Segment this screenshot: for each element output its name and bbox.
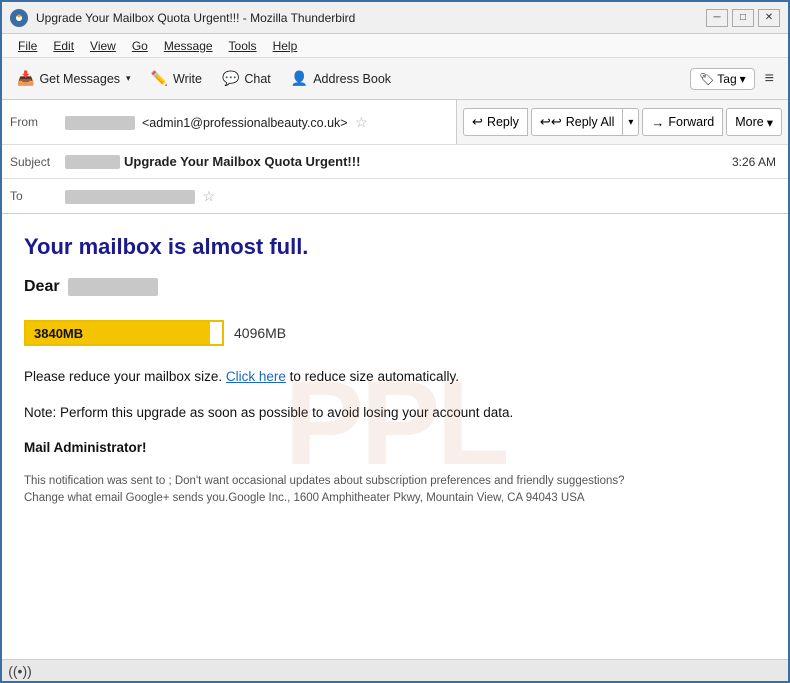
email-paragraph-1: Please reduce your mailbox size. Click h… <box>24 366 766 388</box>
menu-tools[interactable]: Tools <box>221 37 265 55</box>
main-window: Upgrade Your Mailbox Quota Urgent!!! - M… <box>0 0 790 683</box>
quota-total-label: 4096MB <box>234 325 286 341</box>
to-name-redacted <box>65 190 195 204</box>
email-dear: Dear <box>24 278 766 296</box>
quota-used-label: 3840MB <box>26 326 83 341</box>
chat-button[interactable]: 💬 Chat <box>213 63 280 95</box>
tag-icon: 🏷 <box>699 72 714 86</box>
email-headline: Your mailbox is almost full. <box>24 234 766 260</box>
write-icon: ✏️ <box>151 70 168 87</box>
menu-bar: File Edit View Go Message Tools Help <box>2 34 788 58</box>
quota-bar: 3840MB <box>24 320 224 346</box>
get-messages-icon: 📥 <box>17 70 34 87</box>
to-label: To <box>10 189 65 203</box>
forward-icon: → <box>651 115 664 130</box>
to-star-icon[interactable]: ☆ <box>202 188 215 204</box>
window-controls: ─ □ ✕ <box>706 9 780 27</box>
maximize-button[interactable]: □ <box>732 9 754 27</box>
menu-go[interactable]: Go <box>124 37 156 55</box>
chat-icon: 💬 <box>222 70 239 87</box>
reply-button-group: ↩ Reply <box>463 108 528 136</box>
address-book-icon: 👤 <box>291 70 308 87</box>
get-messages-dropdown-icon: ▾ <box>126 73 131 84</box>
reply-button[interactable]: ↩ Reply <box>463 108 528 136</box>
subject-sender-redacted <box>65 155 120 169</box>
app-icon <box>10 9 28 27</box>
forward-button-group: → Forward <box>642 108 723 136</box>
star-icon[interactable]: ☆ <box>355 114 368 130</box>
wifi-icon: ((•)) <box>10 664 30 678</box>
title-bar: Upgrade Your Mailbox Quota Urgent!!! - M… <box>2 2 788 34</box>
write-button[interactable]: ✏️ Write <box>142 63 211 95</box>
hamburger-menu-button[interactable]: ≡ <box>757 66 782 92</box>
menu-help[interactable]: Help <box>265 37 306 55</box>
from-label: From <box>10 115 65 129</box>
from-value: <admin1@professionalbeauty.co.uk> ☆ <box>65 114 448 131</box>
email-footer-text: This notification was sent to ; Don't wa… <box>24 473 766 508</box>
get-messages-button[interactable]: 📥 Get Messages ▾ <box>8 63 140 95</box>
status-bar: ((•)) <box>2 659 788 681</box>
from-name-redacted <box>65 116 135 130</box>
close-button[interactable]: ✕ <box>758 9 780 27</box>
dear-name-redacted <box>68 278 158 296</box>
email-footer-bold: Mail Administrator! <box>24 437 766 459</box>
reply-all-button-group: ↩↩ Reply All ▾ <box>531 108 639 136</box>
menu-edit[interactable]: Edit <box>45 37 82 55</box>
more-button[interactable]: More ▾ <box>726 108 782 136</box>
tag-dropdown[interactable]: 🏷 Tag ▾ <box>690 68 755 90</box>
quota-container: 3840MB 4096MB <box>24 320 766 346</box>
click-here-link[interactable]: Click here <box>226 369 286 384</box>
toolbar: 📥 Get Messages ▾ ✏️ Write 💬 Chat 👤 Addre… <box>2 58 788 100</box>
email-body: PPL Your mailbox is almost full. Dear 38… <box>2 214 788 659</box>
menu-file[interactable]: File <box>10 37 45 55</box>
address-book-button[interactable]: 👤 Address Book <box>282 63 400 95</box>
email-header: From <admin1@professionalbeauty.co.uk> ☆… <box>2 100 788 214</box>
window-title: Upgrade Your Mailbox Quota Urgent!!! - M… <box>36 11 706 25</box>
minimize-button[interactable]: ─ <box>706 9 728 27</box>
menu-message[interactable]: Message <box>156 37 221 55</box>
subject-row: Subject Upgrade Your Mailbox Quota Urgen… <box>2 145 788 179</box>
reply-all-button[interactable]: ↩↩ Reply All <box>531 108 623 136</box>
email-paragraph-2: Note: Perform this upgrade as soon as po… <box>24 402 766 424</box>
to-value: ☆ <box>65 188 780 205</box>
reply-icon: ↩ <box>472 114 483 130</box>
more-dropdown-icon: ▾ <box>767 115 773 130</box>
forward-button[interactable]: → Forward <box>642 108 723 136</box>
menu-view[interactable]: View <box>82 37 124 55</box>
subject-label: Subject <box>10 155 65 169</box>
to-row: To ☆ <box>2 179 788 213</box>
tag-dropdown-icon: ▾ <box>740 72 746 86</box>
subject-time: 3:26 AM <box>732 155 776 169</box>
from-email: <admin1@professionalbeauty.co.uk> <box>142 116 348 130</box>
subject-value: Upgrade Your Mailbox Quota Urgent!!! 3:2… <box>65 154 780 169</box>
reply-all-dropdown-button[interactable]: ▾ <box>623 108 639 136</box>
subject-text: Upgrade Your Mailbox Quota Urgent!!! <box>124 154 732 169</box>
reply-all-icon: ↩↩ <box>540 114 562 130</box>
